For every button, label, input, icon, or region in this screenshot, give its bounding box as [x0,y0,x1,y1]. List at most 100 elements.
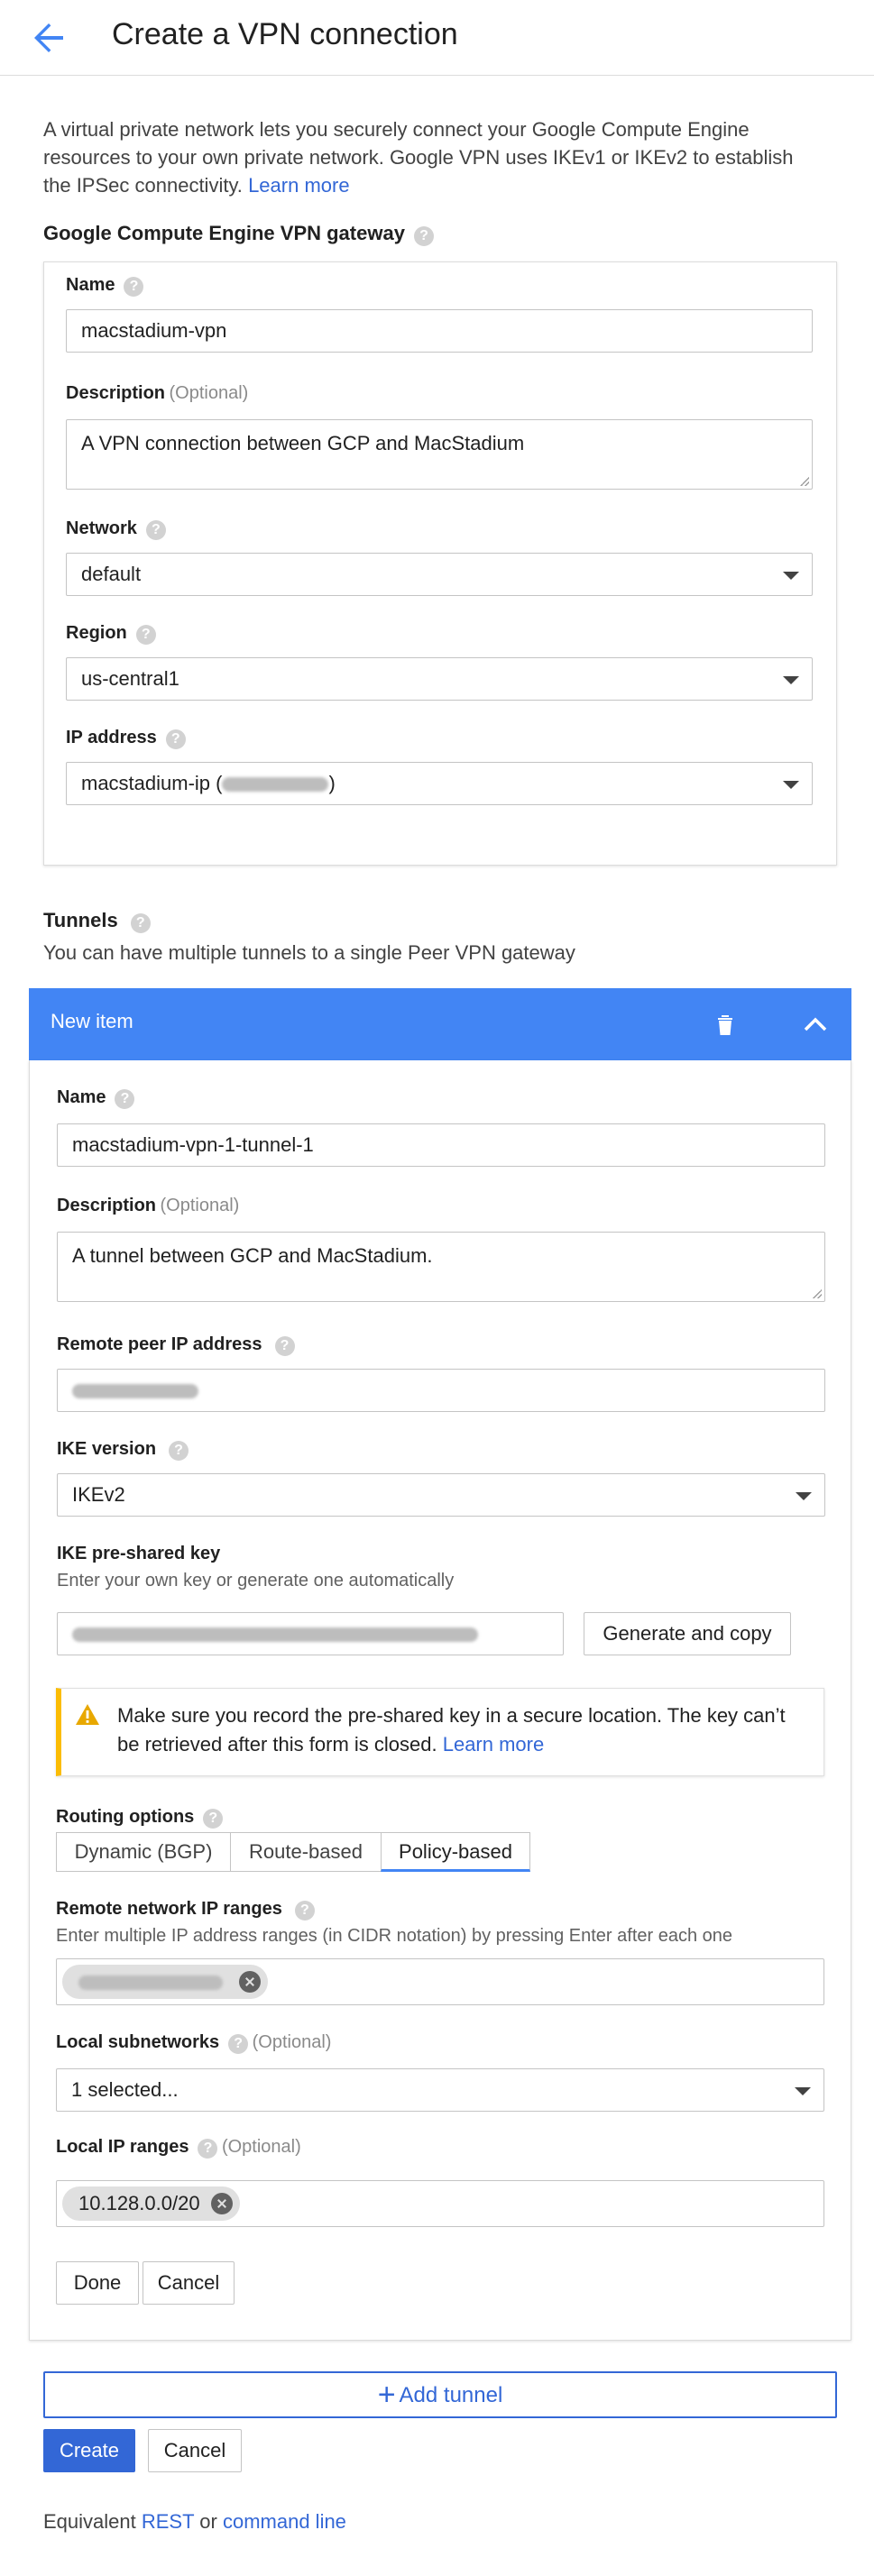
help-icon[interactable]: ? [294,1900,315,1921]
ike-version-select[interactable]: IKEv2 [57,1473,825,1517]
ike-key-input[interactable] [57,1612,564,1655]
resize-grip-icon[interactable] [800,477,809,486]
help-icon[interactable]: ? [203,1808,224,1829]
optional-tag: (Optional) [221,2137,301,2157]
gateway-ip-label-row: IP address? [66,728,186,749]
gateway-section-title: Google Compute Engine VPN gateway? [43,222,434,246]
gateway-description-textarea[interactable]: A VPN connection between GCP and MacStad… [66,419,813,490]
gateway-ip-label: IP address [66,728,157,747]
redacted-ip [72,1384,198,1399]
redacted-key [72,1627,478,1643]
delete-icon[interactable] [707,1006,743,1042]
gateway-name-label-row: Name? [66,275,144,297]
remote-peer-ip-input[interactable] [57,1369,825,1412]
tunnel-name-label: Name [57,1087,106,1107]
ike-version-value: IKEv2 [72,1483,125,1506]
remote-ranges-label-row: Remote network IP ranges? [56,1899,315,1921]
routing-option-policy-based[interactable]: Policy-based [381,1832,530,1872]
remote-ranges-label: Remote network IP ranges [56,1899,282,1919]
local-subnets-select[interactable]: 1 selected... [56,2068,824,2112]
gateway-name-input[interactable]: macstadium-vpn [66,309,813,353]
ip-range-chip [62,1965,268,1999]
plus-icon: + [377,2378,396,2412]
ike-version-label: IKE version [57,1439,157,1459]
remove-chip-icon[interactable] [210,2193,233,2214]
warning-text: Make sure you record the pre-shared key … [117,1701,812,1759]
help-icon[interactable]: ? [228,2033,249,2054]
tunnels-subtitle: You can have multiple tunnels to a singl… [43,941,575,964]
remove-chip-icon[interactable] [239,1971,261,1993]
gateway-network-value: default [81,563,142,585]
tunnel-name-input[interactable]: macstadium-vpn-1-tunnel-1 [57,1123,825,1167]
routing-segmented-control: Dynamic (BGP) Route-based Policy-based [56,1832,530,1874]
routing-option-route-based[interactable]: Route-based [230,1832,382,1872]
footer-prefix: Equivalent [43,2510,136,2533]
local-subnets-value: 1 selected... [71,2078,179,2101]
help-icon[interactable]: ? [198,2138,218,2159]
cancel-button[interactable]: Cancel [148,2429,242,2472]
resize-grip-icon[interactable] [813,1289,822,1298]
help-icon[interactable]: ? [124,276,144,297]
routing-option-dynamic[interactable]: Dynamic (BGP) [56,1832,231,1872]
remote-peer-label: Remote peer IP address [57,1334,262,1354]
gateway-region-label-row: Region? [66,623,156,645]
ike-version-label-row: IKE version? [57,1439,189,1461]
tunnel-description-value: A tunnel between GCP and MacStadium. [72,1244,433,1267]
intro-text: A virtual private network lets you secur… [43,115,819,199]
arrow-back-icon[interactable] [27,16,70,60]
equivalent-footer: Equivalent REST or command line [43,2510,346,2534]
gateway-name-label: Name [66,275,115,295]
dropdown-arrow-icon [795,2087,811,2095]
remote-peer-label-row: Remote peer IP address? [57,1334,295,1356]
intro-learn-more-link[interactable]: Learn more [248,174,350,197]
local-ip-chip-label: 10.128.0.0/20 [78,2192,200,2214]
page-header: Create a VPN connection [0,0,874,76]
gateway-form: Name? macstadium-vpn Description (Option… [43,261,837,866]
gateway-description-value: A VPN connection between GCP and MacStad… [81,432,525,454]
help-icon[interactable]: ? [169,1440,189,1461]
gateway-title: Google Compute Engine VPN gateway [43,222,405,244]
ike-key-help: Enter your own key or generate one autom… [57,1571,455,1591]
dropdown-arrow-icon [796,1492,812,1500]
tunnel-description-textarea[interactable]: A tunnel between GCP and MacStadium. [57,1232,825,1302]
routing-label-row: Routing options? [56,1807,224,1829]
remote-ranges-help: Enter multiple IP address ranges (in CID… [56,1926,733,1946]
help-icon[interactable]: ? [115,1088,135,1109]
footer-or: or [199,2510,217,2533]
local-ip-label-row: Local IP ranges? (Optional) [56,2137,301,2159]
help-icon[interactable]: ? [413,225,434,246]
help-icon[interactable]: ? [165,729,186,749]
done-button[interactable]: Done [56,2261,139,2305]
create-button[interactable]: Create [43,2429,135,2472]
intro-description: A virtual private network lets you secur… [43,118,794,197]
help-icon[interactable]: ? [135,624,156,645]
help-icon[interactable]: ? [130,912,151,933]
command-line-link[interactable]: command line [223,2510,346,2533]
tunnels-title: Tunnels [43,909,118,931]
page-title: Create a VPN connection [112,17,458,51]
optional-tag: (Optional) [160,1196,240,1215]
tunnel-cancel-button[interactable]: Cancel [143,2261,235,2305]
rest-link[interactable]: REST [142,2510,194,2533]
routing-label: Routing options [56,1807,195,1827]
gateway-description-label-row: Description (Optional) [66,383,248,404]
add-tunnel-label: Add tunnel [399,2383,503,2407]
redacted-ip [222,777,329,793]
local-ip-input[interactable]: 10.128.0.0/20 [56,2180,824,2227]
dropdown-arrow-icon [783,676,799,684]
chevron-up-icon[interactable] [797,1006,833,1042]
tunnel-description-label: Description [57,1196,157,1215]
gateway-network-label: Network [66,518,137,538]
generate-and-copy-button[interactable]: Generate and copy [584,1612,791,1655]
tunnel-name-label-row: Name? [57,1087,135,1109]
warning-callout: Make sure you record the pre-shared key … [56,1688,824,1776]
add-tunnel-button[interactable]: + Add tunnel [43,2371,837,2418]
remote-ranges-input[interactable] [56,1958,824,2005]
gateway-region-select[interactable]: us-central1 [66,657,813,701]
gateway-network-select[interactable]: default [66,553,813,596]
gateway-ip-select[interactable]: macstadium-ip () [66,762,813,805]
help-icon[interactable]: ? [274,1335,295,1356]
dropdown-arrow-icon [783,781,799,789]
help-icon[interactable]: ? [145,519,166,540]
warning-learn-more-link[interactable]: Learn more [443,1733,545,1756]
